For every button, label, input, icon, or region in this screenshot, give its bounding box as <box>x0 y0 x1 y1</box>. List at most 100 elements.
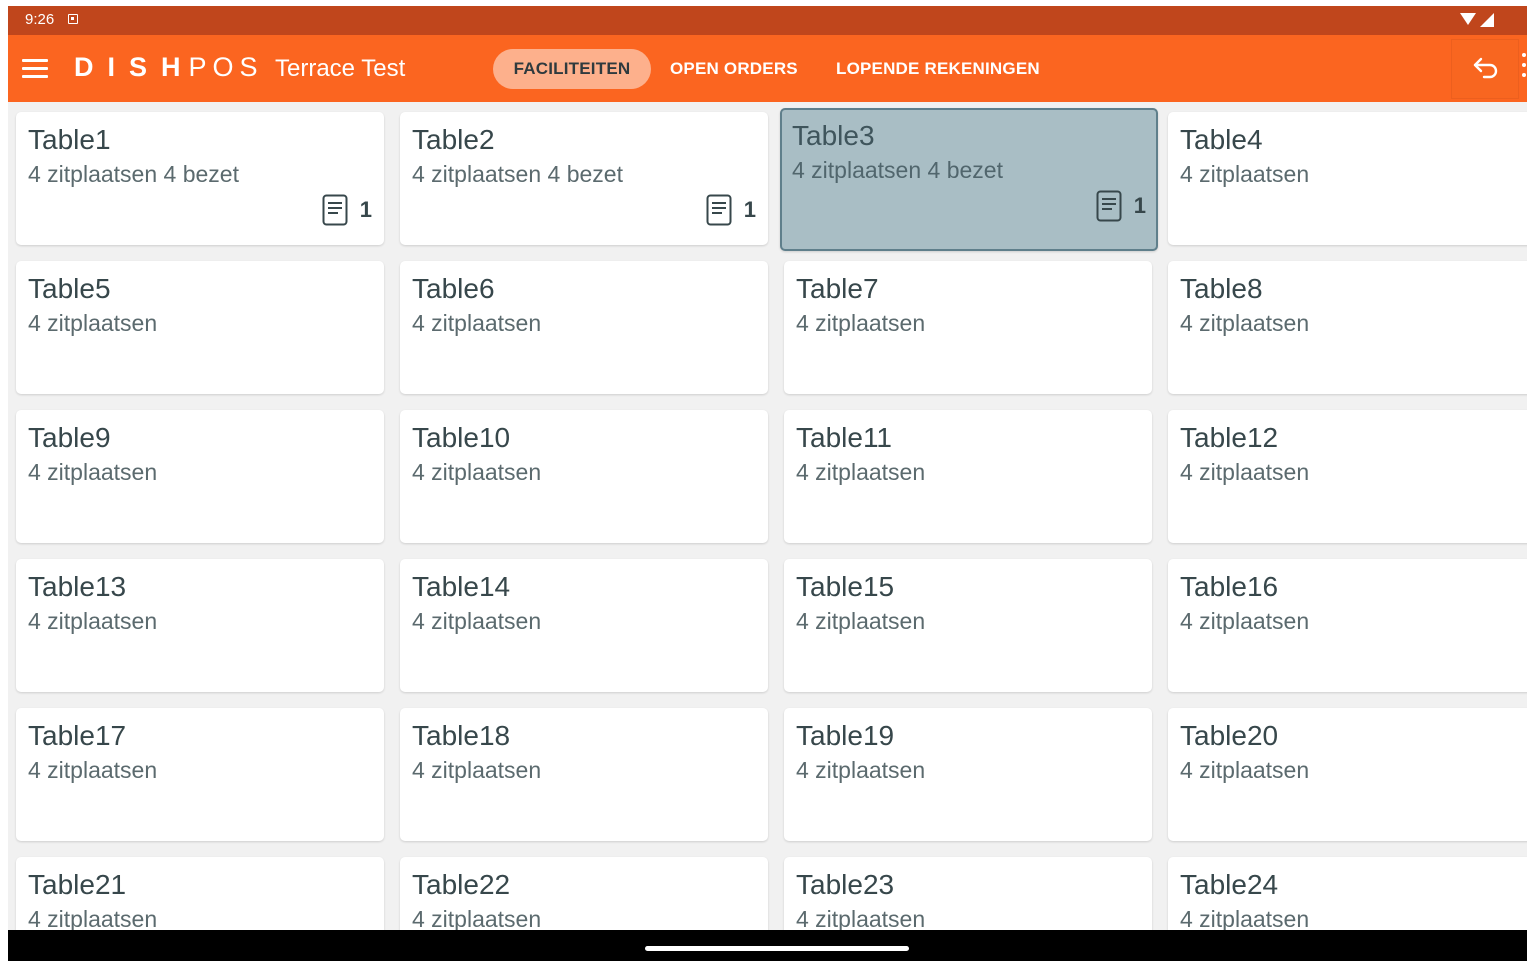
table-name: Table8 <box>1180 273 1263 304</box>
table-card[interactable]: Table20 4 zitplaatsen <box>1168 708 1527 841</box>
table-card[interactable]: Table9 4 zitplaatsen <box>16 410 384 543</box>
wifi-icon <box>1460 13 1476 25</box>
open-orders-indicator: 1 <box>1096 190 1146 222</box>
table-seats: 4 zitplaatsen <box>796 757 926 783</box>
tablet-screen: 9:26 DISHPOS Terrace Test FACILITEITEN O… <box>8 6 1527 961</box>
tab-lopende-rekeningen[interactable]: LOPENDE REKENINGEN <box>836 49 1040 89</box>
table-seats: 4 zitplaatsen <box>796 459 926 485</box>
table-name: Table4 <box>1180 124 1263 155</box>
notification-icon <box>68 14 78 24</box>
table-card[interactable]: Table8 4 zitplaatsen <box>1168 261 1527 394</box>
tab-open-orders[interactable]: OPEN ORDERS <box>670 49 798 89</box>
table-name: Table5 <box>28 273 111 304</box>
table-seats: 4 zitplaatsen <box>28 757 158 783</box>
table-seats: 4 zitplaatsen <box>1180 310 1310 336</box>
table-name: Table3 <box>792 120 875 151</box>
table-name: Table24 <box>1180 869 1279 900</box>
receipt-icon <box>706 194 732 226</box>
table-card[interactable]: Table11 4 zitplaatsen <box>784 410 1152 543</box>
order-count: 1 <box>359 197 372 222</box>
order-count: 1 <box>1133 193 1146 218</box>
table-name: Table17 <box>28 720 127 751</box>
table-seats: 4 zitplaatsen <box>28 608 158 634</box>
table-seats: 4 zitplaatsen <box>796 310 926 336</box>
table-name: Table9 <box>28 422 111 453</box>
table-seats: 4 zitplaatsen <box>412 757 542 783</box>
receipt-icon <box>322 194 348 226</box>
table-card[interactable]: Table17 4 zitplaatsen <box>16 708 384 841</box>
table-seats: 4 zitplaatsen <box>28 459 158 485</box>
table-card[interactable]: Table7 4 zitplaatsen <box>784 261 1152 394</box>
table-name: Table1 <box>28 124 111 155</box>
table-name: Table20 <box>1180 720 1279 751</box>
table-name: Table10 <box>412 422 511 453</box>
table-card[interactable]: Table24 4 zitplaatsen <box>1168 857 1527 932</box>
return-arrow-icon <box>1473 57 1498 79</box>
table-card[interactable]: Table18 4 zitplaatsen <box>400 708 768 841</box>
app-bar: DISHPOS Terrace Test FACILITEITEN OPEN O… <box>8 35 1527 102</box>
status-time: 9:26 <box>25 11 55 28</box>
table-name: Table16 <box>1180 571 1279 602</box>
table-card[interactable]: Table1 4 zitplaatsen 4 bezet 1 <box>16 112 384 245</box>
table-seats: 4 zitplaatsen 4 bezet <box>792 157 1003 183</box>
table-card[interactable]: Table2 4 zitplaatsen 4 bezet 1 <box>400 112 768 245</box>
open-orders-indicator: 1 <box>322 194 372 226</box>
table-name: Table6 <box>412 273 495 304</box>
table-seats: 4 zitplaatsen <box>412 459 542 485</box>
order-count: 1 <box>743 197 756 222</box>
table-seats: 4 zitplaatsen 4 bezet <box>412 161 623 187</box>
receipt-icon <box>1096 190 1122 222</box>
table-name: Table2 <box>412 124 495 155</box>
menu-button[interactable] <box>20 57 50 81</box>
more-vert-icon[interactable] <box>1522 53 1526 83</box>
cell-signal-icon <box>1480 13 1494 27</box>
table-seats: 4 zitplaatsen <box>796 906 926 932</box>
logo-pos-text: POS <box>188 52 264 82</box>
table-card[interactable]: Table10 4 zitplaatsen <box>400 410 768 543</box>
table-seats: 4 zitplaatsen <box>1180 459 1310 485</box>
table-name: Table21 <box>28 869 127 900</box>
table-card[interactable]: Table4 4 zitplaatsen <box>1168 112 1527 245</box>
table-seats: 4 zitplaatsen <box>412 310 542 336</box>
table-name: Table11 <box>796 422 893 453</box>
table-card[interactable]: Table19 4 zitplaatsen <box>784 708 1152 841</box>
table-card[interactable]: Table3 4 zitplaatsen 4 bezet 1 <box>780 108 1158 251</box>
back-button[interactable] <box>1452 40 1518 98</box>
table-card[interactable]: Table16 4 zitplaatsen <box>1168 559 1527 692</box>
table-name: Table14 <box>412 571 511 602</box>
navigation-bar <box>8 930 1527 961</box>
table-seats: 4 zitplaatsen 4 bezet <box>28 161 239 187</box>
table-grid: Table1 4 zitplaatsen 4 bezet 1 Table2 4 zitp… <box>8 102 1527 932</box>
table-card[interactable]: Table5 4 zitplaatsen <box>16 261 384 394</box>
table-name: Table18 <box>412 720 511 751</box>
open-orders-indicator: 1 <box>706 194 756 226</box>
table-card[interactable]: Table15 4 zitplaatsen <box>784 559 1152 692</box>
table-card[interactable]: Table22 4 zitplaatsen <box>400 857 768 932</box>
table-seats: 4 zitplaatsen <box>412 906 542 932</box>
dishpos-logo: DISHPOS <box>74 52 264 86</box>
table-seats: 4 zitplaatsen <box>1180 608 1310 634</box>
tab-faciliteiten[interactable]: FACILITEITEN <box>493 49 651 89</box>
table-card[interactable]: Table14 4 zitplaatsen <box>400 559 768 692</box>
table-card[interactable]: Table13 4 zitplaatsen <box>16 559 384 692</box>
hamburger-menu-icon <box>22 59 48 62</box>
table-name: Table13 <box>28 571 127 602</box>
table-name: Table19 <box>796 720 895 751</box>
home-gesture-handle[interactable] <box>645 946 909 951</box>
table-name: Table12 <box>1180 422 1279 453</box>
table-seats: 4 zitplaatsen <box>1180 906 1310 932</box>
table-seats: 4 zitplaatsen <box>412 608 542 634</box>
table-seats: 4 zitplaatsen <box>28 310 158 336</box>
table-card[interactable]: Table21 4 zitplaatsen <box>16 857 384 932</box>
table-card[interactable]: Table6 4 zitplaatsen <box>400 261 768 394</box>
table-seats: 4 zitplaatsen <box>1180 757 1310 783</box>
table-card[interactable]: Table23 4 zitplaatsen <box>784 857 1152 932</box>
table-card[interactable]: Table12 4 zitplaatsen <box>1168 410 1527 543</box>
logo-dish-text: DISH <box>74 52 195 82</box>
status-bar: 9:26 <box>8 6 1527 35</box>
table-seats: 4 zitplaatsen <box>1180 161 1310 187</box>
table-name: Table7 <box>796 273 879 304</box>
table-seats: 4 zitplaatsen <box>796 608 926 634</box>
table-name: Table22 <box>412 869 511 900</box>
table-name: Table23 <box>796 869 895 900</box>
